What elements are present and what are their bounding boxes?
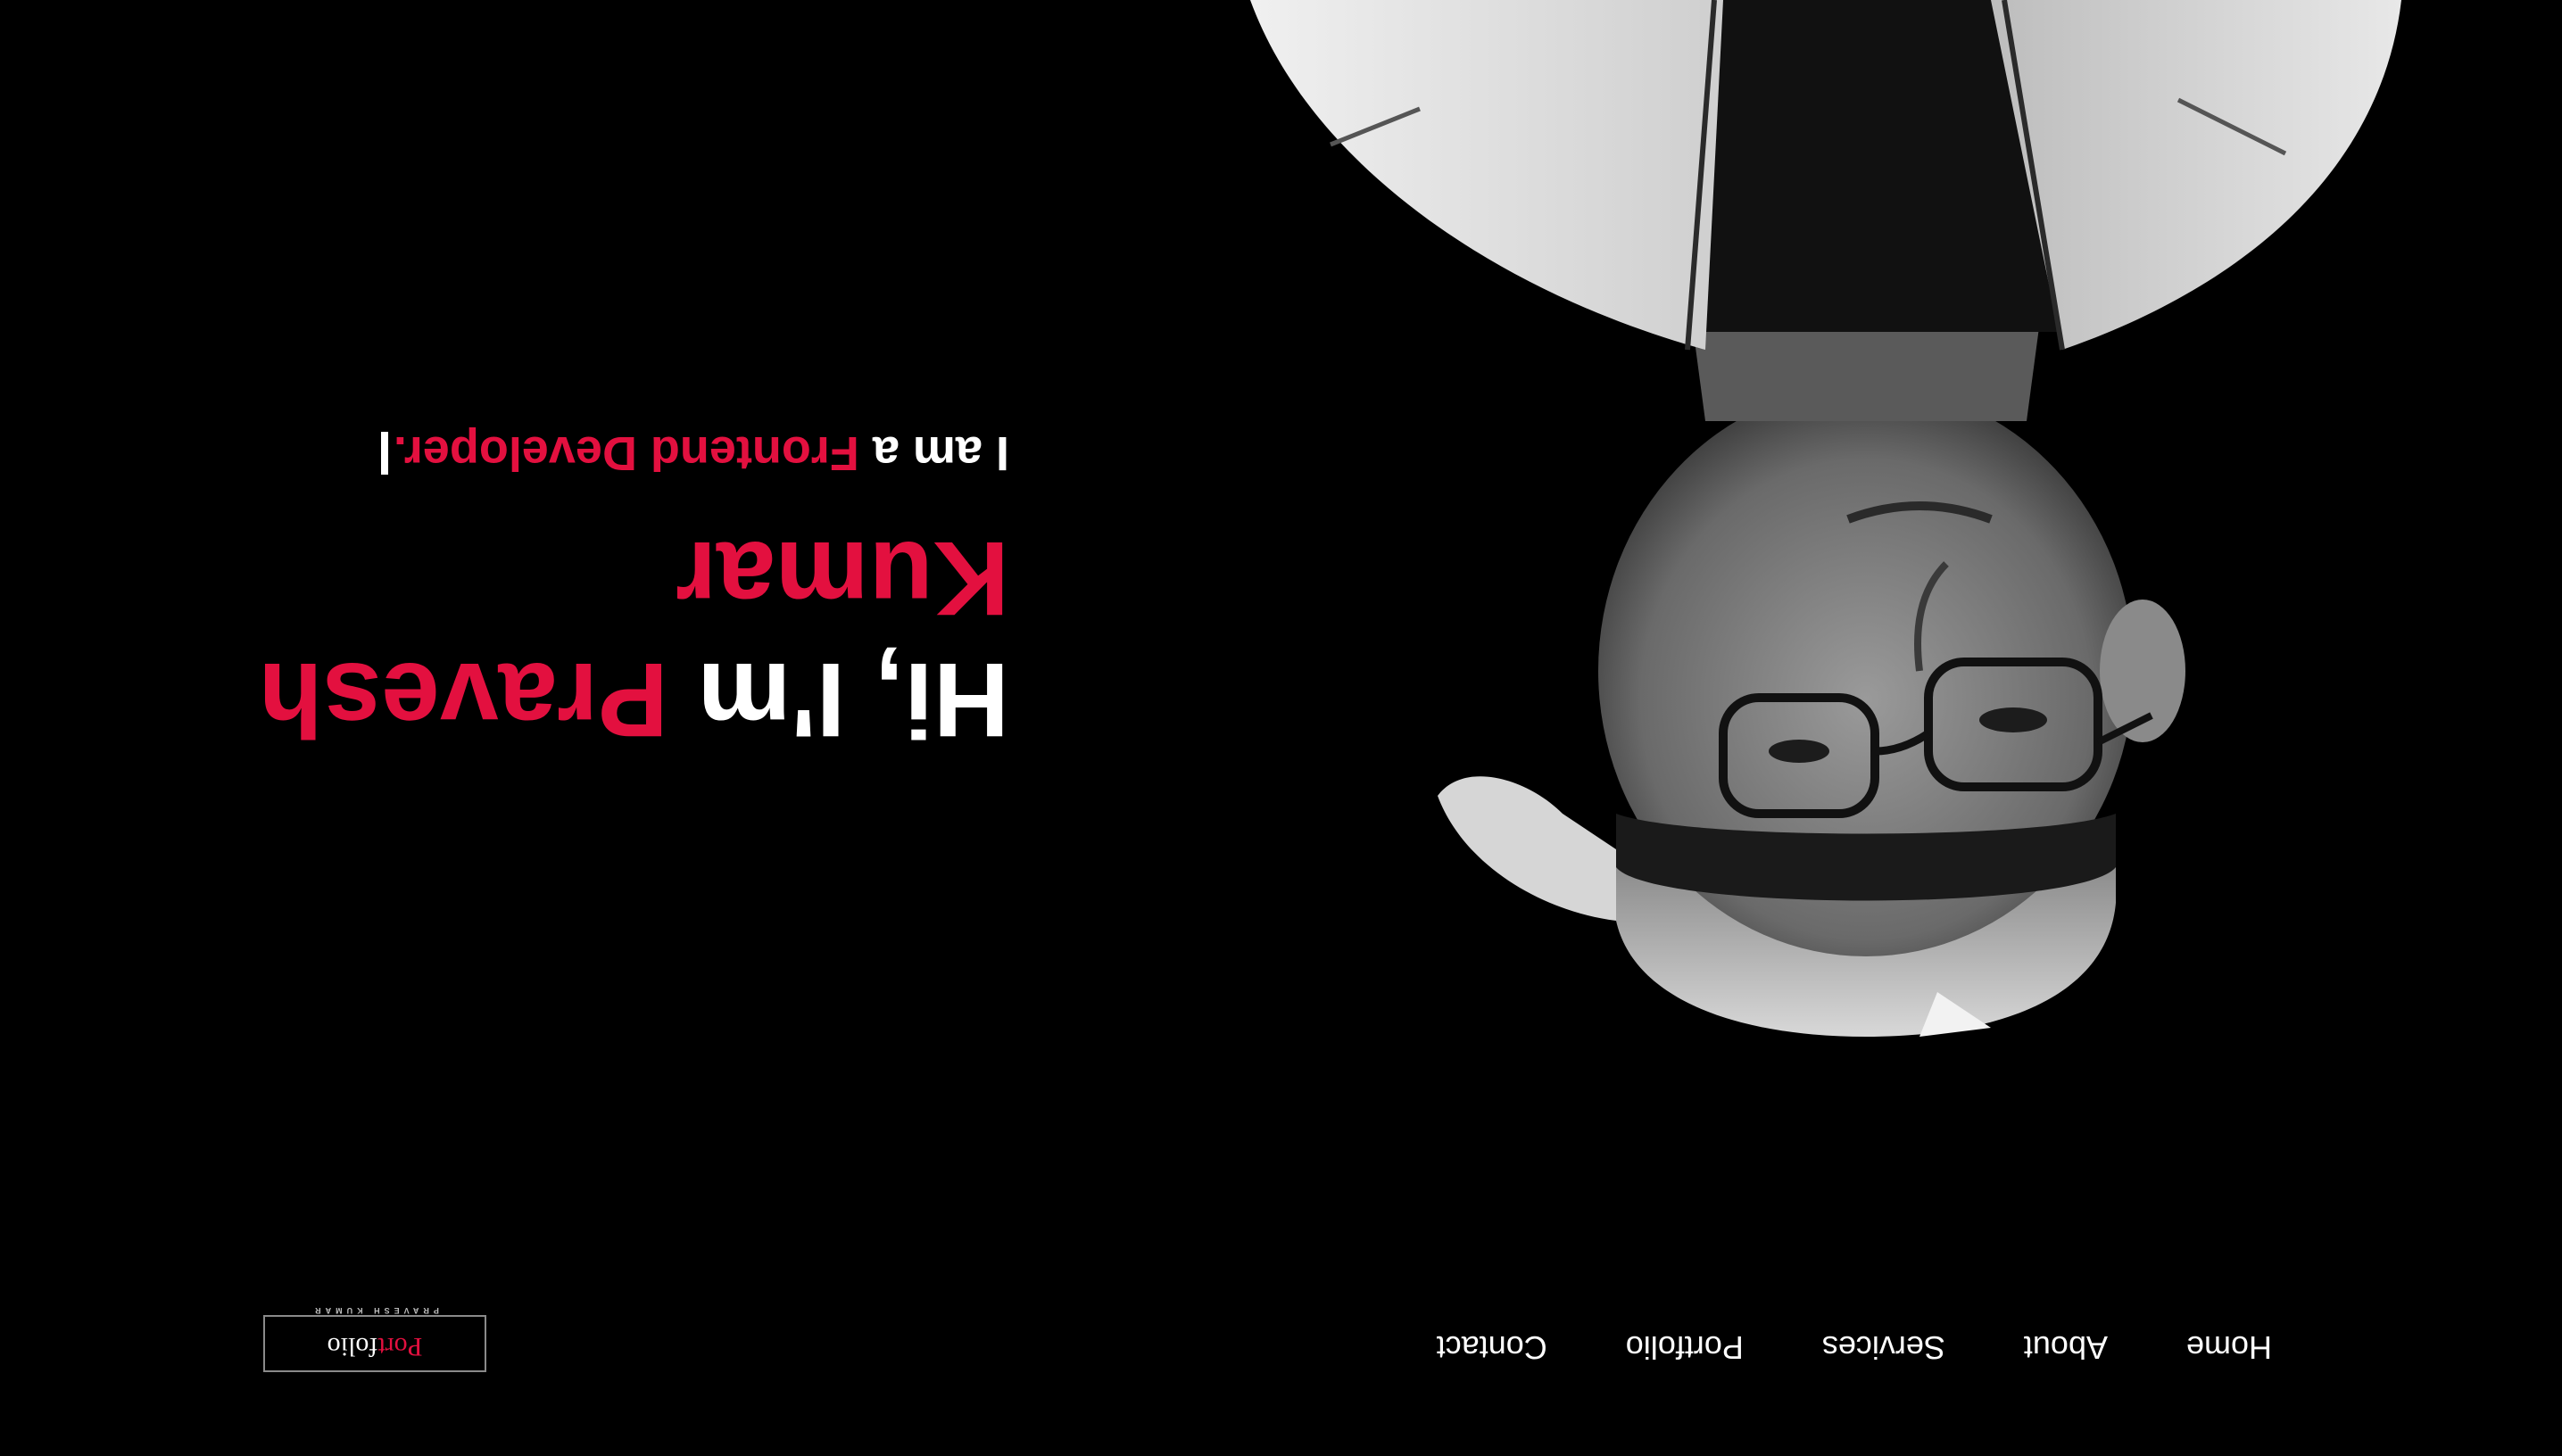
hero-title: Hi, I'm Pravesh Kumar [206, 517, 1009, 760]
logo-wordmark: Portfolio [265, 1331, 485, 1361]
nav-link-home[interactable]: Home [2186, 1328, 2272, 1367]
rotated-viewport: Home About Services Portfolio Contact Po… [0, 0, 2562, 1456]
nav-link-contact[interactable]: Contact [1437, 1328, 1547, 1367]
site-logo[interactable]: Portfolio PRAVESH KUMAR [263, 1306, 486, 1372]
nav-link-about[interactable]: About [2024, 1328, 2108, 1367]
logo-tagline: PRAVESH KUMAR [303, 1306, 446, 1315]
text-cursor-icon [380, 432, 388, 475]
logo-word-folio: folio [327, 1332, 378, 1361]
profile-photo [1250, 0, 2401, 1037]
page: Home About Services Portfolio Contact Po… [0, 0, 2562, 1456]
navbar: Home About Services Portfolio Contact Po… [0, 1278, 2562, 1456]
nav-links: Home About Services Portfolio Contact [1437, 1328, 2272, 1367]
logo-word-port: Port [377, 1332, 423, 1361]
hero-section: Hi, I'm Pravesh Kumar I am a Frontend De… [206, 425, 1009, 760]
hero-greeting: Hi, I'm [667, 641, 1009, 758]
nav-link-portfolio[interactable]: Portfolio [1626, 1328, 1744, 1367]
nav-link-services[interactable]: Services [1822, 1328, 1945, 1367]
hero-intro: I am a [858, 426, 1009, 480]
hero-subtitle: I am a Frontend Developer. [206, 425, 1009, 482]
hero-role: Frontend Developer. [393, 426, 859, 480]
